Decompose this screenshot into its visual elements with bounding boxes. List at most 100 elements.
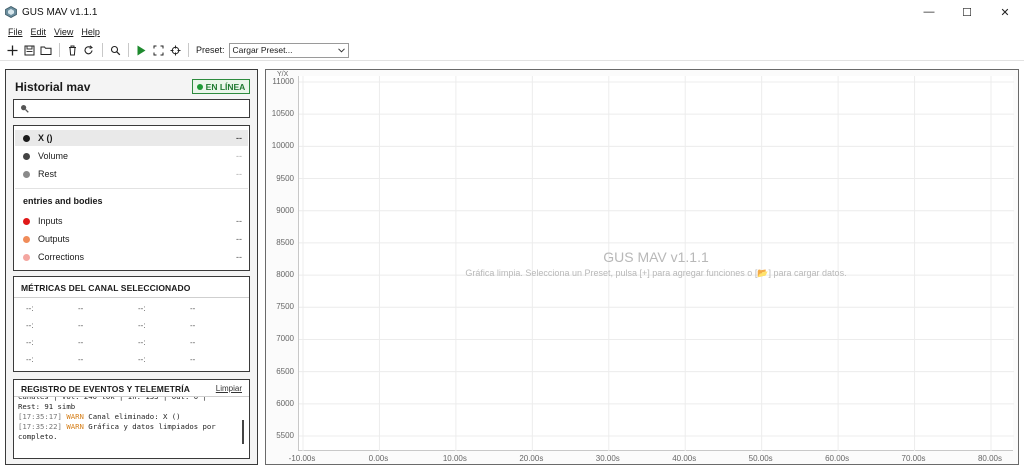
- chart-panel[interactable]: Y/X GUS MAV v1.1.1 Gráfica limpia. Selec…: [265, 69, 1019, 465]
- channel-value: --: [236, 151, 242, 161]
- maximize-button[interactable]: ☐: [948, 0, 986, 24]
- channel-value: --: [236, 252, 242, 262]
- preset-dropdown[interactable]: Cargar Preset...: [228, 42, 349, 58]
- y-tick-label: 6500: [276, 366, 294, 376]
- status-badge-label: EN LÍNEA: [205, 81, 246, 92]
- log-text: Rest: 91 simb: [18, 402, 76, 411]
- metric-value: --: [78, 355, 84, 364]
- x-tick-label: 10.00s: [442, 454, 467, 463]
- plot-area[interactable]: GUS MAV v1.1.1 Gráfica limpia. Seleccion…: [298, 76, 1014, 451]
- metric-label: --:: [138, 338, 146, 347]
- log-text: Canales | Vol: 240 tok | In: 133 | Out: …: [18, 397, 207, 401]
- menu-help[interactable]: Help: [81, 27, 100, 37]
- sidebar-panel: Historial mav EN LÍNEA X () -- Volume --…: [5, 69, 258, 465]
- chevron-down-icon: [337, 47, 345, 53]
- channel-label: Rest: [38, 169, 57, 179]
- metric-label: --:: [26, 338, 34, 347]
- channel-color-dot: [23, 152, 30, 160]
- minimize-button[interactable]: —: [910, 0, 948, 24]
- x-tick-label: 20.00s: [519, 454, 544, 463]
- log-text: Gráfica y datos limpiados por: [88, 422, 216, 431]
- menu-view[interactable]: View: [54, 27, 73, 37]
- metric-label: --:: [138, 321, 146, 330]
- divider: [14, 297, 249, 298]
- clear-log-link[interactable]: Limpiar: [216, 384, 242, 393]
- channel-search-input[interactable]: [33, 103, 233, 114]
- channel-search[interactable]: [13, 99, 250, 118]
- menu-file[interactable]: File: [8, 27, 23, 37]
- metrics-panel: MÉTRICAS DEL CANAL SELECCIONADO --: -- --:…: [13, 276, 250, 372]
- preset-dropdown-value: Cargar Preset...: [232, 45, 293, 55]
- search-icon[interactable]: [107, 42, 123, 58]
- open-folder-icon[interactable]: [38, 42, 54, 58]
- channel-color-dot: [23, 235, 30, 243]
- channel-value: --: [236, 234, 242, 244]
- log-text: Canal eliminado: X (): [88, 412, 181, 421]
- channel-group-title: entries and bodies: [23, 196, 103, 206]
- close-button[interactable]: ✕: [986, 0, 1024, 24]
- channel-color-dot: [23, 134, 30, 142]
- metric-label: --:: [26, 355, 34, 364]
- x-tick-label: 70.00s: [901, 454, 926, 463]
- x-tick-label: 60.00s: [825, 454, 850, 463]
- metric-value: --: [78, 304, 84, 313]
- x-tick-label: 30.00s: [595, 454, 620, 463]
- y-tick-label: 7000: [276, 334, 294, 344]
- channel-item-inputs[interactable]: Inputs --: [15, 213, 248, 229]
- play-icon[interactable]: [133, 42, 149, 58]
- y-tick-label: 11000: [272, 77, 294, 86]
- log-timestamp: [17:35:17]: [18, 412, 67, 421]
- x-tick-label: 0.00s: [368, 454, 389, 463]
- add-icon[interactable]: [4, 42, 20, 58]
- y-tick-label: 6000: [276, 398, 294, 408]
- y-tick-label: 9500: [276, 173, 294, 183]
- target-icon[interactable]: [167, 42, 183, 58]
- search-icon: [21, 105, 29, 113]
- app-logo-icon: [5, 6, 17, 18]
- x-tick-label: 80.00s: [977, 454, 1003, 463]
- channel-item-x[interactable]: X () --: [15, 130, 248, 146]
- channel-value: --: [236, 169, 242, 179]
- metric-label: --:: [26, 304, 34, 313]
- channel-color-dot: [23, 217, 30, 225]
- metric-value: --: [190, 355, 196, 364]
- reload-icon[interactable]: [81, 42, 97, 58]
- channel-value: --: [236, 216, 242, 226]
- channel-value: --: [236, 133, 242, 143]
- metric-label: --:: [138, 355, 146, 364]
- channel-item-volume[interactable]: Volume --: [15, 148, 248, 164]
- toolbar-separator: [188, 43, 189, 57]
- toolbar-separator: [128, 43, 129, 57]
- log-line: completo.: [18, 432, 238, 442]
- channel-item-corrections[interactable]: Corrections --: [15, 249, 248, 265]
- window-title: GUS MAV v1.1.1: [22, 6, 98, 18]
- channel-list: X () -- Volume -- Rest -- entries and bo…: [13, 125, 250, 271]
- event-log-panel: REGISTRO DE EVENTOS Y TELEMETRÍA Limpiar…: [13, 379, 250, 459]
- log-content: Canales | Vol: 240 tok | In: 133 | Out: …: [18, 397, 238, 459]
- log-line: [17:35:17] WARN Canal eliminado: X (): [18, 412, 238, 422]
- y-tick-label: 8000: [276, 270, 294, 280]
- channel-label: Corrections: [38, 252, 85, 262]
- menu-edit[interactable]: Edit: [31, 27, 47, 37]
- title-bar: GUS MAV v1.1.1 — ☐ ✕: [0, 0, 1024, 24]
- log-line: [17:35:22] WARN Gráfica y datos limpiado…: [18, 422, 238, 432]
- metric-value: --: [190, 338, 196, 347]
- log-title: REGISTRO DE EVENTOS Y TELEMETRÍA: [21, 384, 190, 394]
- delete-icon[interactable]: [64, 42, 80, 58]
- log-level: WARN: [66, 422, 89, 431]
- y-tick-label: 9000: [276, 205, 294, 215]
- channel-item-outputs[interactable]: Outputs --: [15, 231, 248, 247]
- log-scrollbar[interactable]: [242, 420, 244, 444]
- log-line: Rest: 91 simb: [18, 402, 238, 412]
- x-tick-label: 50.00s: [748, 454, 773, 463]
- toolbar-separator: [102, 43, 103, 57]
- fullscreen-icon[interactable]: [150, 42, 166, 58]
- channel-item-rest[interactable]: Rest --: [15, 166, 248, 182]
- preset-label: Preset:: [196, 45, 225, 55]
- metric-value: --: [78, 338, 84, 347]
- y-tick-label: 8500: [276, 237, 294, 247]
- toolbar: Preset: Cargar Preset...: [0, 40, 1024, 61]
- toolbar-separator: [59, 43, 60, 57]
- save-icon[interactable]: [21, 42, 37, 58]
- metric-value: --: [78, 321, 84, 330]
